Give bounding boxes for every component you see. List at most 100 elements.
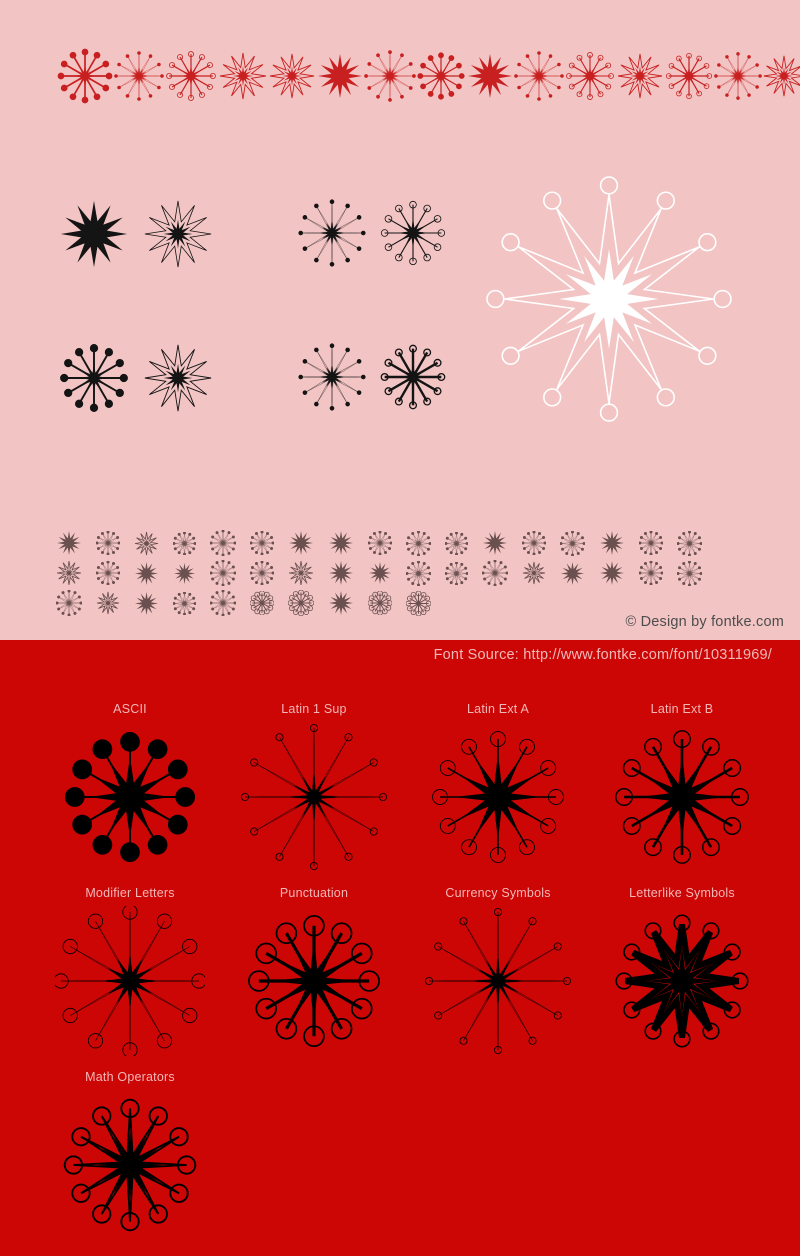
glyph-sample-top-12 — [664, 51, 714, 101]
charmap-glyph-1-9 — [405, 559, 432, 586]
charmap-glyph-2-8 — [367, 590, 393, 616]
glyph-sample-top-11 — [616, 52, 664, 100]
charmap-glyph-1-13 — [560, 561, 585, 586]
font-specimen-page: © Design by fontke.com Font Source: http… — [0, 0, 800, 1256]
charmap-glyph-0-15 — [638, 530, 664, 556]
charmap-glyph-2-1 — [96, 591, 120, 615]
sample-cell-label: Modifier Letters — [85, 886, 175, 900]
charmap-glyph-2-0 — [55, 589, 83, 617]
sample-cell-label: Latin 1 Sup — [281, 702, 347, 716]
charmap-glyph-0-2 — [134, 531, 159, 556]
charmap-glyph-0-5 — [249, 530, 275, 556]
font-source-link[interactable]: Font Source: http://www.fontke.com/font/… — [434, 647, 772, 663]
charmap-glyph-0-9 — [405, 529, 432, 556]
glyph-pair-4 — [298, 342, 448, 412]
glyph-pair-2-left — [298, 199, 366, 267]
glyph-sample-top-8 — [466, 52, 514, 100]
charmap-glyph-1-12 — [522, 561, 546, 585]
large-white-star-glyph — [478, 168, 750, 430]
charmap-glyph-1-15 — [638, 560, 664, 586]
sample-cell-label: Math Operators — [85, 1070, 175, 1084]
sample-cell-glyph — [55, 722, 205, 872]
sample-cell-currency-symbols: Currency Symbols — [406, 884, 590, 1068]
charmap-glyph-1-14 — [599, 560, 625, 586]
design-credit: © Design by fontke.com — [625, 614, 784, 630]
charmap-glyph-1-3 — [173, 562, 196, 585]
glyph-sample-top-0 — [56, 47, 114, 105]
sample-grid-row-1: Modifier Letters Punctuation Currency Symb… — [0, 884, 800, 1068]
charmap-glyph-1-8 — [368, 561, 392, 585]
glyph-pair-4-right — [378, 342, 448, 412]
glyph-charmap-rows — [55, 528, 746, 618]
sample-cell-math-operators: Math Operators — [38, 1068, 222, 1252]
glyph-sample-top-4 — [268, 52, 316, 100]
charmap-glyph-0-11 — [482, 530, 508, 556]
charmap-glyph-0-16 — [676, 529, 703, 556]
glyph-pair-3-left — [58, 342, 130, 414]
glyph-sample-top-13 — [714, 52, 762, 100]
sample-cell-glyph — [53, 904, 207, 1058]
charmap-row-0 — [56, 528, 746, 558]
sample-cell-modifier-letters: Modifier Letters — [38, 884, 222, 1068]
charmap-glyph-2-2 — [134, 591, 159, 616]
sample-cell-ascii: ASCII — [38, 700, 222, 884]
charmap-glyph-0-8 — [367, 530, 393, 556]
charmap-glyph-1-16 — [676, 559, 703, 586]
charmap-glyph-0-4 — [209, 529, 237, 557]
charmap-glyph-2-4 — [209, 589, 237, 617]
preview-pane-pink: © Design by fontke.com — [0, 0, 800, 640]
charmap-glyph-0-13 — [559, 529, 586, 556]
charmap-row-1 — [56, 558, 746, 588]
charmap-glyph-2-6 — [287, 589, 315, 617]
charmap-glyph-1-5 — [249, 560, 275, 586]
glyph-pair-2 — [298, 198, 448, 268]
charmap-glyph-0-14 — [599, 530, 625, 556]
glyph-sample-top-1 — [114, 51, 164, 101]
charmap-glyph-0-0 — [56, 530, 82, 556]
sample-cell-glyph — [55, 1090, 205, 1240]
sample-cell-latin-ext-a: Latin Ext A — [406, 700, 590, 884]
charmap-glyph-2-9 — [405, 590, 432, 616]
charmap-glyph-1-0 — [56, 560, 82, 586]
sample-cell-letterlike-symbols: Letterlike Symbols — [590, 884, 774, 1068]
glyph-sample-top-7 — [416, 51, 466, 101]
sample-cell-glyph — [607, 906, 757, 1056]
charmap-glyph-1-4 — [209, 559, 237, 587]
glyph-pair-1 — [58, 198, 214, 270]
charmap-glyph-1-2 — [134, 561, 159, 586]
sample-cell-glyph — [239, 906, 389, 1056]
charmap-glyph-1-7 — [328, 560, 354, 586]
glyph-pair-4-left — [298, 343, 366, 411]
sample-cell-punctuation: Punctuation — [222, 884, 406, 1068]
glyph-sample-top-9 — [514, 51, 564, 101]
sample-grid-row-0: ASCII Latin 1 Sup Latin Ext A Latin Ext B — [0, 700, 800, 884]
sample-grid-row-2: Math Operators — [0, 1068, 800, 1252]
charmap-glyph-1-11 — [481, 559, 509, 587]
charmap-glyph-1-6 — [288, 560, 314, 586]
glyph-sample-top-6 — [364, 50, 416, 102]
sample-cell-glyph — [607, 722, 757, 872]
charmap-glyph-1-10 — [444, 560, 469, 586]
sample-cell-latin-ext-b: Latin Ext B — [590, 700, 774, 884]
glyph-sample-top-3 — [218, 51, 268, 101]
sample-cell-label: Latin Ext A — [467, 702, 529, 716]
unicode-block-sample-grid: ASCII Latin 1 Sup Latin Ext A Latin Ext B Mo… — [0, 700, 800, 1252]
sample-cell-label: Latin Ext B — [650, 702, 714, 716]
sample-cell-label: Currency Symbols — [445, 886, 551, 900]
charmap-glyph-2-5 — [249, 590, 275, 616]
charmap-glyph-2-3 — [172, 590, 197, 616]
glyph-sample-top-14 — [762, 54, 800, 98]
charmap-glyph-0-10 — [444, 530, 469, 556]
glyph-pair-1-left — [58, 198, 130, 270]
sample-cell-glyph — [423, 906, 573, 1056]
sample-cell-latin-1-sup: Latin 1 Sup — [222, 700, 406, 884]
glyph-pair-3-right — [142, 342, 214, 414]
sample-cell-label: Letterlike Symbols — [629, 886, 735, 900]
glyph-pair-1-right — [142, 198, 214, 270]
glyph-sample-top-5 — [316, 52, 364, 100]
charmap-glyph-0-3 — [172, 530, 197, 556]
glyph-pair-2-right — [378, 198, 448, 268]
glyph-waterfall-row — [56, 44, 800, 108]
charmap-glyph-0-12 — [521, 530, 547, 556]
charmap-glyph-0-7 — [328, 530, 354, 556]
